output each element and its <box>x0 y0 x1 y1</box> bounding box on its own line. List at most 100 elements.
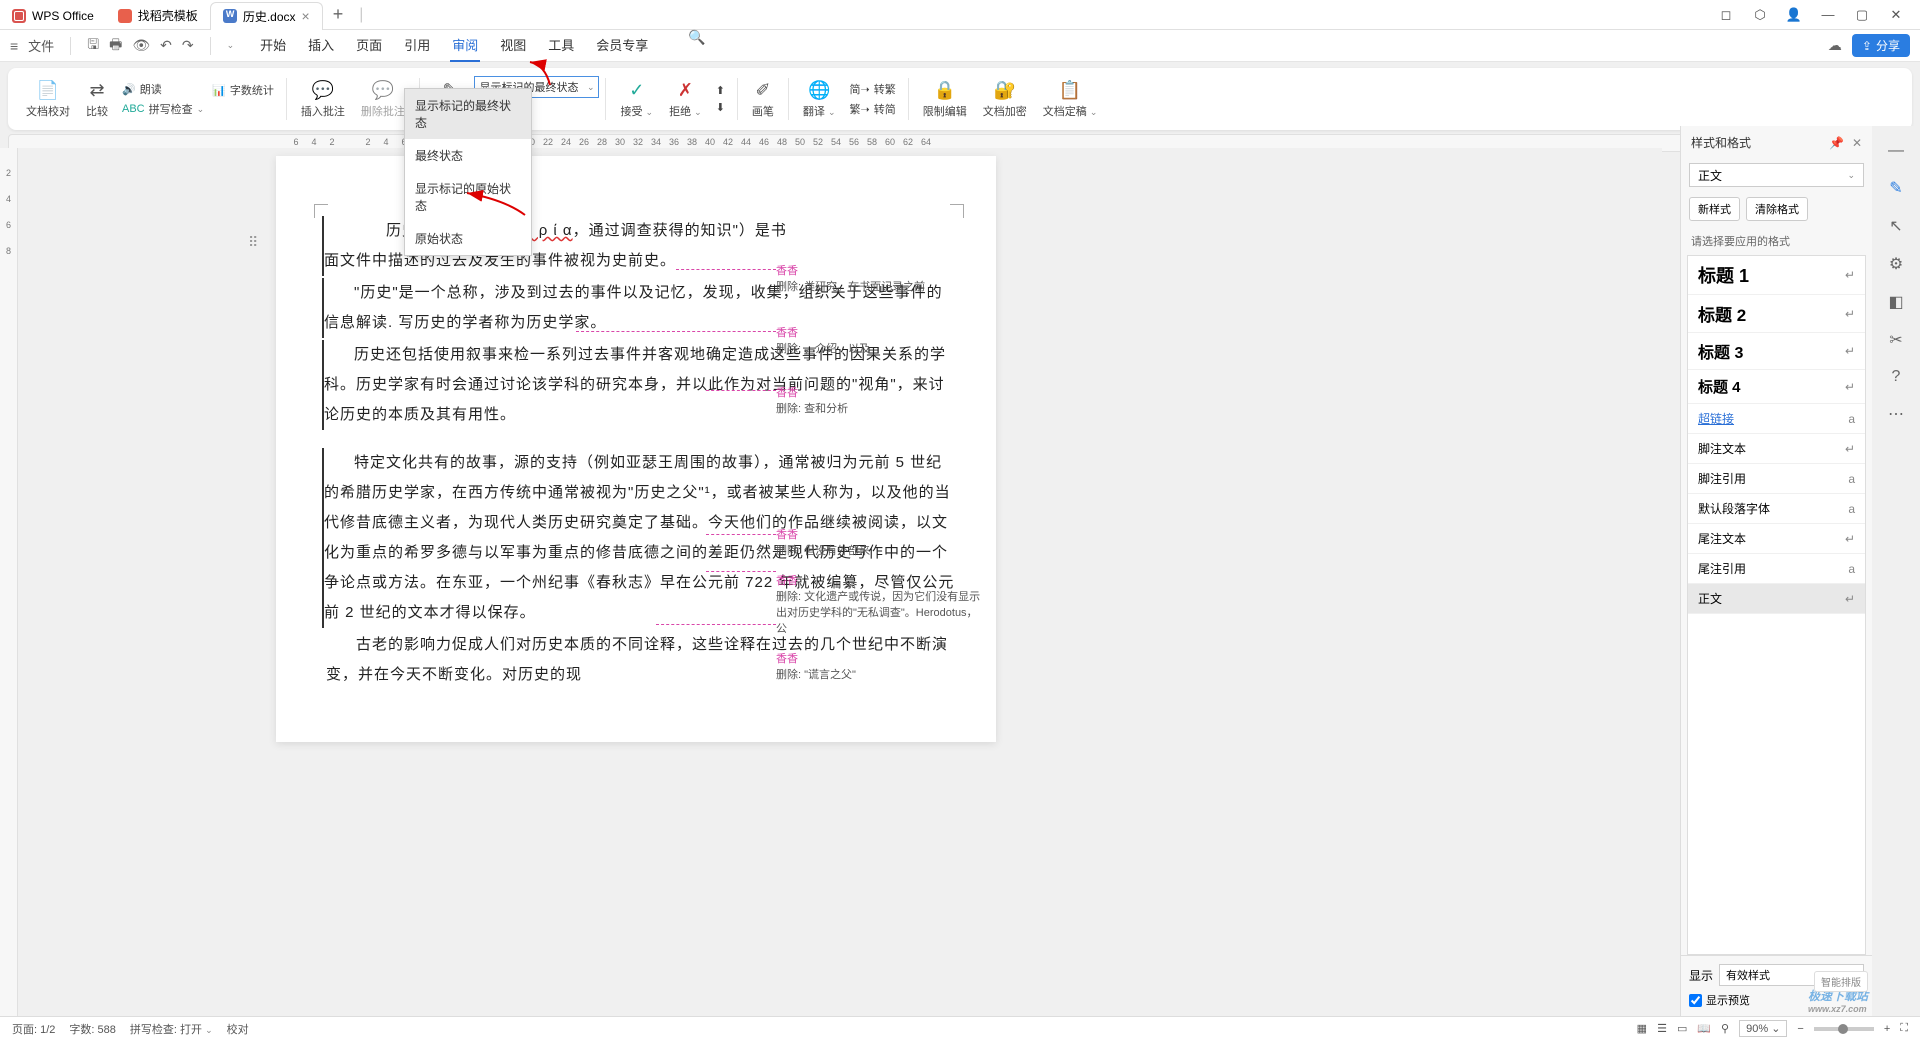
encrypt-button[interactable]: 🔐 文档加密 <box>975 80 1035 119</box>
style-item-endnote-ref[interactable]: 尾注引用a <box>1688 554 1865 584</box>
to-simplified-button[interactable]: 繁➝转简 <box>850 101 896 117</box>
finalize-button[interactable]: 📋 文档定稿 ⌄ <box>1035 80 1106 119</box>
freehand-button[interactable]: ✐ 画笔 <box>744 80 782 119</box>
spell-status[interactable]: 拼写检查: 打开 ⌄ <box>130 1021 213 1037</box>
tab-document[interactable]: 历史.docx × <box>210 2 323 30</box>
read-aloud-button[interactable]: 🔊朗读 <box>122 81 204 97</box>
tab-wps-office[interactable]: WPS Office <box>0 2 106 30</box>
drag-handle-icon[interactable]: ⠿ <box>248 234 258 251</box>
redo-icon[interactable]: ↷ <box>182 37 194 54</box>
zoom-select[interactable]: 90% ⌄ <box>1739 1020 1787 1037</box>
print-icon[interactable]: 🖶 <box>109 34 122 58</box>
tab-start[interactable]: 开始 <box>258 29 288 62</box>
revision-item[interactable]: 香香 删除: 类研究。在书面记录之前 <box>776 262 986 294</box>
spell-check-button[interactable]: ABC拼写检查⌄ <box>122 101 204 117</box>
view-web-icon[interactable]: ▭ <box>1677 1022 1687 1035</box>
qat-dropdown[interactable]: ⌄ <box>227 40 235 51</box>
style-item-heading2[interactable]: 标题 2↵ <box>1688 295 1865 333</box>
collapse-icon[interactable]: — <box>1888 142 1904 160</box>
revision-item[interactable]: 香香 删除: 文化遗产或传说，因为它们没有显示出对历史学科的"无私调查"。Her… <box>776 572 986 636</box>
markup-option-original[interactable]: 原始状态 <box>405 222 531 255</box>
restrict-editing-button[interactable]: 🔒 限制编辑 <box>915 80 975 119</box>
paragraph-icon: ↵ <box>1845 268 1855 282</box>
tab-reference[interactable]: 引用 <box>402 29 432 62</box>
tab-insert[interactable]: 插入 <box>306 29 336 62</box>
hamburger-icon[interactable]: ≡ <box>10 38 18 54</box>
style-item-footnote-text[interactable]: 脚注文本↵ <box>1688 434 1865 464</box>
window-restore-icon[interactable]: ◻ <box>1716 7 1736 23</box>
view-print-icon[interactable]: ▦ <box>1637 1022 1647 1035</box>
word-count-button[interactable]: 📊字数统计 <box>212 82 274 98</box>
file-menu[interactable]: 文件 <box>28 36 54 55</box>
style-item-hyperlink[interactable]: 超链接a <box>1688 404 1865 434</box>
tab-page[interactable]: 页面 <box>354 29 384 62</box>
current-style-select[interactable]: 正文 ⌄ <box>1689 163 1864 187</box>
view-read-icon[interactable]: 📖 <box>1697 1022 1711 1035</box>
style-item-heading1[interactable]: 标题 1↵ <box>1688 256 1865 295</box>
format-icon[interactable]: ✎ <box>1889 178 1902 198</box>
page-1[interactable]: ⠿ 历史（希腊语 ί σ τ ο ρ ί α，通过调查获得的知识"）是书面文件中… <box>276 156 996 742</box>
style-item-heading4[interactable]: 标题 4↵ <box>1688 370 1865 404</box>
vertical-ruler[interactable]: 2468 <box>0 148 18 1016</box>
reject-button[interactable]: ✗ 拒绝 ⌄ <box>661 80 710 119</box>
view-outline-icon[interactable]: ☰ <box>1657 1022 1667 1035</box>
style-item-normal[interactable]: 正文↵ <box>1688 584 1865 614</box>
translate-button[interactable]: 🌐 翻译 ⌄ <box>795 80 844 119</box>
close-icon[interactable]: × <box>302 8 310 24</box>
doc-check-button[interactable]: 📄 文档校对 <box>18 80 78 119</box>
tab-view[interactable]: 视图 <box>498 29 528 62</box>
close-panel-icon[interactable]: ✕ <box>1852 136 1862 150</box>
revision-item[interactable]: 香香 删除: 查和分析 <box>776 384 986 416</box>
markup-option-final[interactable]: 最终状态 <box>405 139 531 172</box>
style-item-heading3[interactable]: 标题 3↵ <box>1688 333 1865 370</box>
accept-button[interactable]: ✓ 接受 ⌄ <box>612 80 661 119</box>
undo-icon[interactable]: ↶ <box>160 37 172 54</box>
select-icon[interactable]: ↖ <box>1889 216 1902 236</box>
zoom-slider[interactable] <box>1814 1027 1874 1031</box>
revision-item[interactable]: 香香 删除: "谎言之父" <box>776 650 986 682</box>
layers-icon[interactable]: ◧ <box>1888 292 1903 312</box>
word-count[interactable]: 字数: 588 <box>69 1021 115 1037</box>
revision-item[interactable]: 香香 删除: ，介绍，以及 <box>776 324 986 356</box>
maximize-icon[interactable]: ▢ <box>1852 7 1872 23</box>
zoom-out-icon[interactable]: ⚲ <box>1721 1022 1729 1035</box>
style-item-footnote-ref[interactable]: 脚注引用a <box>1688 464 1865 494</box>
user-icon[interactable]: 👤 <box>1784 7 1804 23</box>
tools-icon[interactable]: ✂ <box>1889 330 1902 350</box>
tab-daokemoban[interactable]: 找稻壳模板 <box>106 2 210 30</box>
tab-review[interactable]: 审阅 <box>450 29 480 62</box>
new-tab-button[interactable]: + <box>323 4 354 25</box>
fullscreen-icon[interactable]: ⛶ <box>1900 1022 1908 1035</box>
next-change-button[interactable]: ⬇ <box>716 101 725 114</box>
help-icon[interactable]: ? <box>1892 368 1901 386</box>
insert-comment-button[interactable]: 💬 插入批注 <box>293 80 353 119</box>
page-indicator[interactable]: 页面: 1/2 <box>12 1021 55 1037</box>
save-icon[interactable]: 🖫 <box>87 34 99 58</box>
more-icon[interactable]: ⋯ <box>1888 404 1904 424</box>
new-style-button[interactable]: 新样式 <box>1689 197 1740 221</box>
share-button[interactable]: ⇪ 分享 <box>1852 34 1910 57</box>
tab-member[interactable]: 会员专享 <box>594 29 650 62</box>
clear-format-button[interactable]: 清除格式 <box>1746 197 1808 221</box>
prev-change-button[interactable]: ⬆ <box>716 84 725 97</box>
markup-option-original-with-markup[interactable]: 显示标记的原始状态 <box>405 172 531 222</box>
markup-option-final-with-markup[interactable]: 显示标记的最终状态 <box>405 89 531 139</box>
style-item-endnote-text[interactable]: 尾注文本↵ <box>1688 524 1865 554</box>
print-preview-icon[interactable]: 👁 <box>132 37 150 54</box>
zoom-minus[interactable]: − <box>1797 1023 1803 1035</box>
style-item-default-font[interactable]: 默认段落字体a <box>1688 494 1865 524</box>
minimize-icon[interactable]: — <box>1818 7 1838 23</box>
cloud-icon[interactable]: ☁ <box>1828 37 1842 54</box>
close-window-icon[interactable]: ✕ <box>1886 7 1906 23</box>
settings-icon[interactable]: ⚙ <box>1889 254 1903 274</box>
smart-template-badge[interactable]: 智能排版 <box>1814 971 1868 992</box>
cube-icon[interactable]: ⬡ <box>1750 7 1770 23</box>
pin-icon[interactable]: 📌 <box>1829 136 1844 150</box>
compare-button[interactable]: ⇄ 比较 <box>78 80 116 119</box>
mode-indicator[interactable]: 校对 <box>227 1021 249 1037</box>
revision-item[interactable]: 香香 删除: 但没有外部来 <box>776 526 986 558</box>
search-icon[interactable]: 🔍 <box>688 29 705 62</box>
zoom-plus[interactable]: + <box>1884 1023 1890 1035</box>
tab-tools[interactable]: 工具 <box>546 29 576 62</box>
to-traditional-button[interactable]: 简➝转繁 <box>850 81 896 97</box>
